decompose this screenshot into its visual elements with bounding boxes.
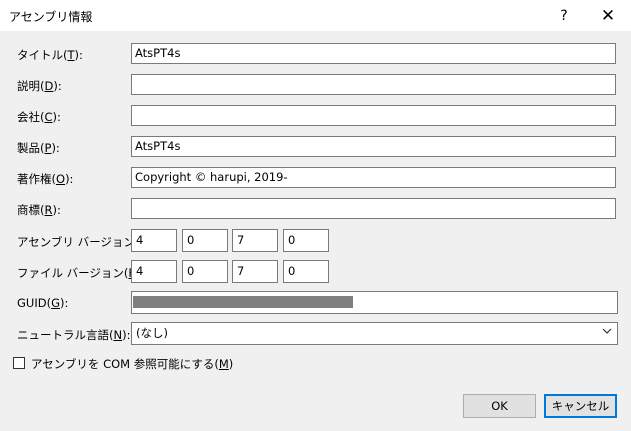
- window-title: アセンブリ情報: [9, 10, 93, 24]
- neutral-language-select[interactable]: (なし): [131, 322, 618, 345]
- company-label: 会社(C):: [17, 110, 61, 124]
- assembly-version-build-input[interactable]: 7: [232, 229, 278, 252]
- copyright-input[interactable]: Copyright © harupi, 2019-: [131, 167, 616, 188]
- close-button[interactable]: ✕: [586, 0, 630, 31]
- title-input[interactable]: AtsPT4s: [131, 43, 616, 64]
- copyright-label: 著作権(O):: [17, 172, 74, 186]
- file-version-build-input[interactable]: 7: [232, 260, 278, 283]
- guid-label: GUID(G):: [17, 296, 69, 310]
- file-version-label: ファイル バージョン(F):: [17, 266, 143, 280]
- description-input[interactable]: [131, 74, 616, 95]
- product-input[interactable]: AtsPT4s: [131, 136, 616, 157]
- chevron-down-icon: [602, 325, 612, 340]
- guid-input[interactable]: [131, 291, 618, 314]
- assembly-version-major-input[interactable]: 4: [131, 229, 177, 252]
- ok-button[interactable]: OK: [463, 394, 536, 418]
- description-label: 説明(D):: [17, 79, 62, 93]
- company-input[interactable]: [131, 105, 616, 126]
- assembly-version-minor-input[interactable]: 0: [182, 229, 228, 252]
- title-label: タイトル(T):: [17, 48, 83, 62]
- neutral-language-label: ニュートラル言語(N):: [17, 328, 131, 342]
- help-button[interactable]: ?: [542, 0, 586, 31]
- file-version-minor-input[interactable]: 0: [182, 260, 228, 283]
- trademark-input[interactable]: [131, 198, 616, 219]
- com-visible-checkbox[interactable]: [13, 357, 25, 369]
- title-bar: アセンブリ情報 ? ✕: [0, 0, 631, 31]
- file-version-revision-input[interactable]: 0: [283, 260, 329, 283]
- help-icon: ?: [560, 7, 568, 24]
- guid-redaction: [133, 296, 353, 308]
- trademark-label: 商標(R):: [17, 203, 61, 217]
- assembly-version-revision-input[interactable]: 0: [283, 229, 329, 252]
- file-version-major-input[interactable]: 4: [131, 260, 177, 283]
- cancel-button[interactable]: キャンセル: [544, 394, 617, 418]
- close-icon: ✕: [600, 5, 616, 26]
- product-label: 製品(P):: [17, 141, 60, 155]
- neutral-language-value: (なし): [136, 326, 168, 340]
- com-visible-label[interactable]: アセンブリを COM 参照可能にする(M): [31, 356, 233, 372]
